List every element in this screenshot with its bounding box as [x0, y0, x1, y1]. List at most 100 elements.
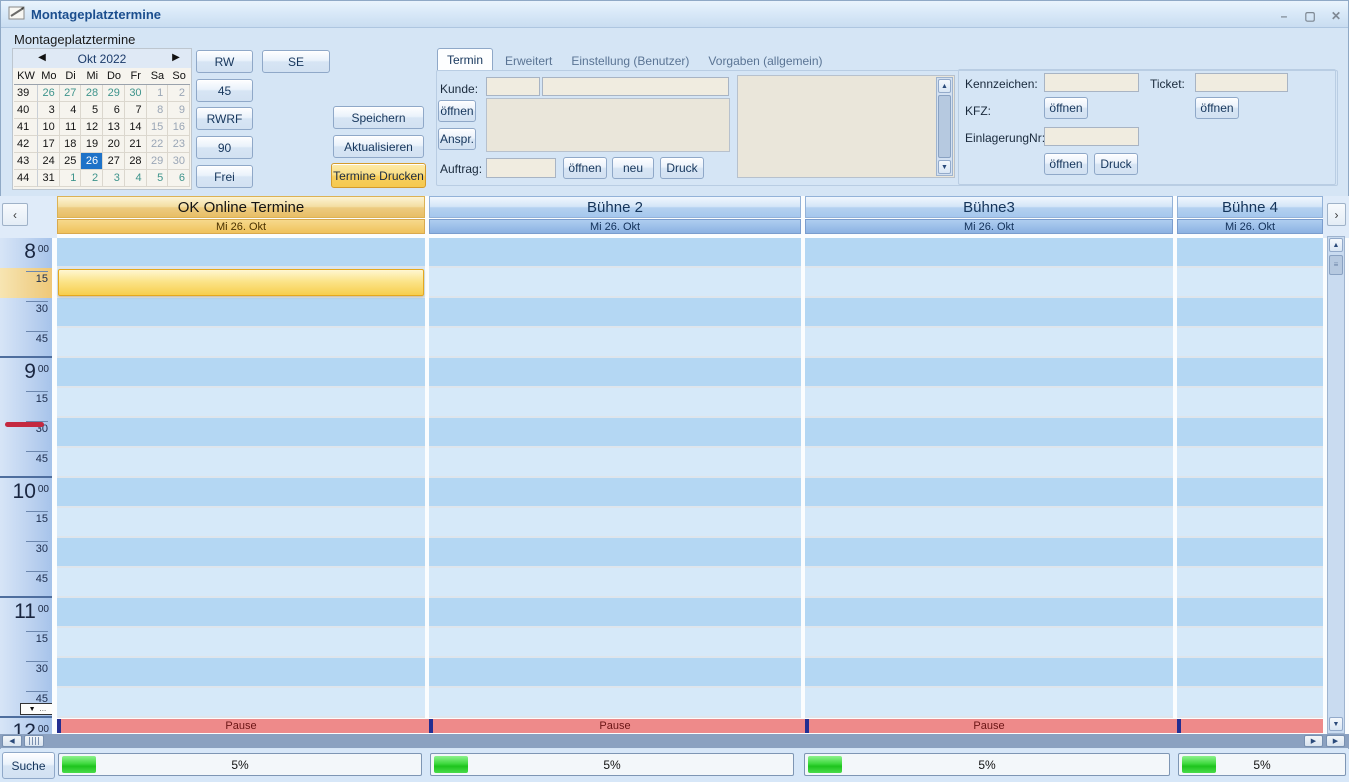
time-slot[interactable] — [429, 628, 801, 656]
time-slot[interactable] — [805, 658, 1173, 686]
rw-button[interactable]: RW — [196, 50, 253, 73]
time-slot[interactable] — [57, 538, 425, 566]
calendar-day[interactable]: 2 — [168, 85, 190, 102]
time-slot[interactable] — [429, 478, 801, 506]
time-slot[interactable] — [1177, 538, 1323, 566]
kunde-oeffnen-button[interactable]: öffnen — [438, 100, 476, 122]
calendar-day[interactable]: 6 — [168, 170, 190, 187]
v-scroll-thumb[interactable]: ≡ — [1329, 255, 1343, 275]
calendar-day[interactable]: 19 — [81, 136, 103, 153]
calendar-day[interactable]: 28 — [81, 85, 103, 102]
scroll-right-icon[interactable]: ▶ — [1304, 735, 1323, 747]
time-slot[interactable] — [57, 658, 425, 686]
calendar-day[interactable]: 3 — [38, 102, 60, 119]
calendar-day[interactable]: 4 — [125, 170, 147, 187]
time-slot[interactable] — [429, 688, 801, 716]
se-button[interactable]: SE — [262, 50, 330, 73]
time-slot[interactable] — [1177, 388, 1323, 416]
notes-area[interactable]: ▲ ▼ — [737, 75, 955, 178]
druck-button[interactable]: Druck — [660, 157, 704, 179]
ticket-oeffnen-button[interactable]: öffnen — [1195, 97, 1239, 119]
notes-scrollbar[interactable]: ▲ ▼ — [936, 77, 953, 176]
calendar-day[interactable]: 27 — [103, 153, 125, 170]
neu-button[interactable]: neu — [612, 157, 654, 179]
time-slot[interactable] — [805, 238, 1173, 266]
grid-v-scrollbar[interactable]: ▲ ≡ ▼ — [1327, 236, 1345, 734]
time-slot[interactable] — [1177, 238, 1323, 266]
rwrf-button[interactable]: RWRF — [196, 107, 253, 130]
calendar-day[interactable]: 29 — [147, 153, 169, 170]
time-slot[interactable] — [805, 358, 1173, 386]
time-slot[interactable] — [1177, 688, 1323, 716]
notes-scroll-thumb[interactable] — [938, 95, 951, 158]
time-slot[interactable] — [1177, 568, 1323, 596]
time-slot[interactable] — [57, 448, 425, 476]
calendar-day[interactable]: 30 — [168, 153, 190, 170]
time-slot[interactable] — [1177, 298, 1323, 326]
calendar-day[interactable]: 30 — [125, 85, 147, 102]
calendar-day[interactable]: 2 — [81, 170, 103, 187]
calendar-day[interactable]: 27 — [60, 85, 82, 102]
grid-h-scrollbar[interactable]: ◀ ▶ ▶ — [0, 734, 1349, 748]
calendar-day[interactable]: 13 — [103, 119, 125, 136]
tab-einstellung-benutzer[interactable]: Einstellung (Benutzer) — [564, 50, 696, 71]
selected-appointment[interactable] — [58, 269, 424, 296]
ansprechpartner-button[interactable]: Anspr. — [438, 128, 476, 150]
time-slot[interactable] — [805, 628, 1173, 656]
time-slot[interactable] — [805, 688, 1173, 716]
time-slot[interactable] — [57, 328, 425, 356]
time-slot[interactable] — [805, 388, 1173, 416]
calendar-day[interactable]: 17 — [38, 136, 60, 153]
time-slot[interactable] — [429, 658, 801, 686]
termine-drucken-button[interactable]: Termine Drucken — [331, 163, 426, 188]
kennzeichen-input[interactable] — [1044, 73, 1139, 92]
calendar-day[interactable]: 1 — [60, 170, 82, 187]
kunde-nr-input[interactable] — [486, 77, 540, 96]
tab-termin[interactable]: Termin — [437, 48, 493, 71]
time-slot[interactable] — [429, 418, 801, 446]
auftrag-oeffnen-button[interactable]: öffnen — [563, 157, 607, 179]
calendar-day[interactable]: 5 — [147, 170, 169, 187]
time-slot[interactable] — [57, 478, 425, 506]
time-slot[interactable] — [429, 538, 801, 566]
einlagerung-druck-button[interactable]: Druck — [1094, 153, 1138, 175]
scroll-columns-right-icon[interactable]: › — [1327, 203, 1346, 226]
time-slot[interactable] — [57, 568, 425, 596]
time-slot[interactable] — [57, 508, 425, 536]
calendar-day[interactable]: 7 — [125, 102, 147, 119]
aktualisieren-button[interactable]: Aktualisieren — [333, 135, 424, 158]
scroll-left-icon[interactable]: ◀ — [2, 735, 22, 747]
suche-button[interactable]: Suche — [2, 752, 55, 779]
calendar-day[interactable]: 21 — [125, 136, 147, 153]
time-slot[interactable] — [57, 598, 425, 626]
time-slot[interactable] — [429, 238, 801, 266]
scroll-up-icon[interactable]: ▲ — [1329, 238, 1343, 252]
scroll-up-icon[interactable]: ▲ — [938, 79, 951, 93]
time-slot[interactable] — [805, 448, 1173, 476]
scroll-down-icon[interactable]: ▼ — [938, 160, 951, 174]
time-slot[interactable] — [429, 508, 801, 536]
time-slot[interactable] — [57, 628, 425, 656]
45-button[interactable]: 45 — [196, 79, 253, 102]
time-slot[interactable] — [805, 478, 1173, 506]
calendar-day[interactable]: 25 — [60, 153, 82, 170]
calendar-day[interactable]: 22 — [147, 136, 169, 153]
time-slot[interactable] — [1177, 598, 1323, 626]
time-slot[interactable] — [429, 568, 801, 596]
calendar-day[interactable]: 26 — [38, 85, 60, 102]
calendar-day[interactable]: 8 — [147, 102, 169, 119]
scroll-down-icon[interactable]: ▼ — [1329, 717, 1343, 731]
minimize-icon[interactable]: – — [1273, 8, 1295, 24]
calendar-day[interactable]: 26 — [81, 153, 103, 170]
calendar-next-icon[interactable]: ▶ — [169, 52, 183, 63]
calendar-day[interactable]: 18 — [60, 136, 82, 153]
time-slot[interactable] — [1177, 448, 1323, 476]
calendar-day[interactable]: 28 — [125, 153, 147, 170]
calendar-day[interactable]: 24 — [38, 153, 60, 170]
time-slot[interactable] — [1177, 268, 1323, 296]
time-slot[interactable] — [1177, 418, 1323, 446]
calendar-day[interactable]: 23 — [168, 136, 190, 153]
time-slot[interactable] — [805, 268, 1173, 296]
calendar-day[interactable]: 29 — [103, 85, 125, 102]
calendar-prev-icon[interactable]: ◀ — [35, 52, 49, 63]
